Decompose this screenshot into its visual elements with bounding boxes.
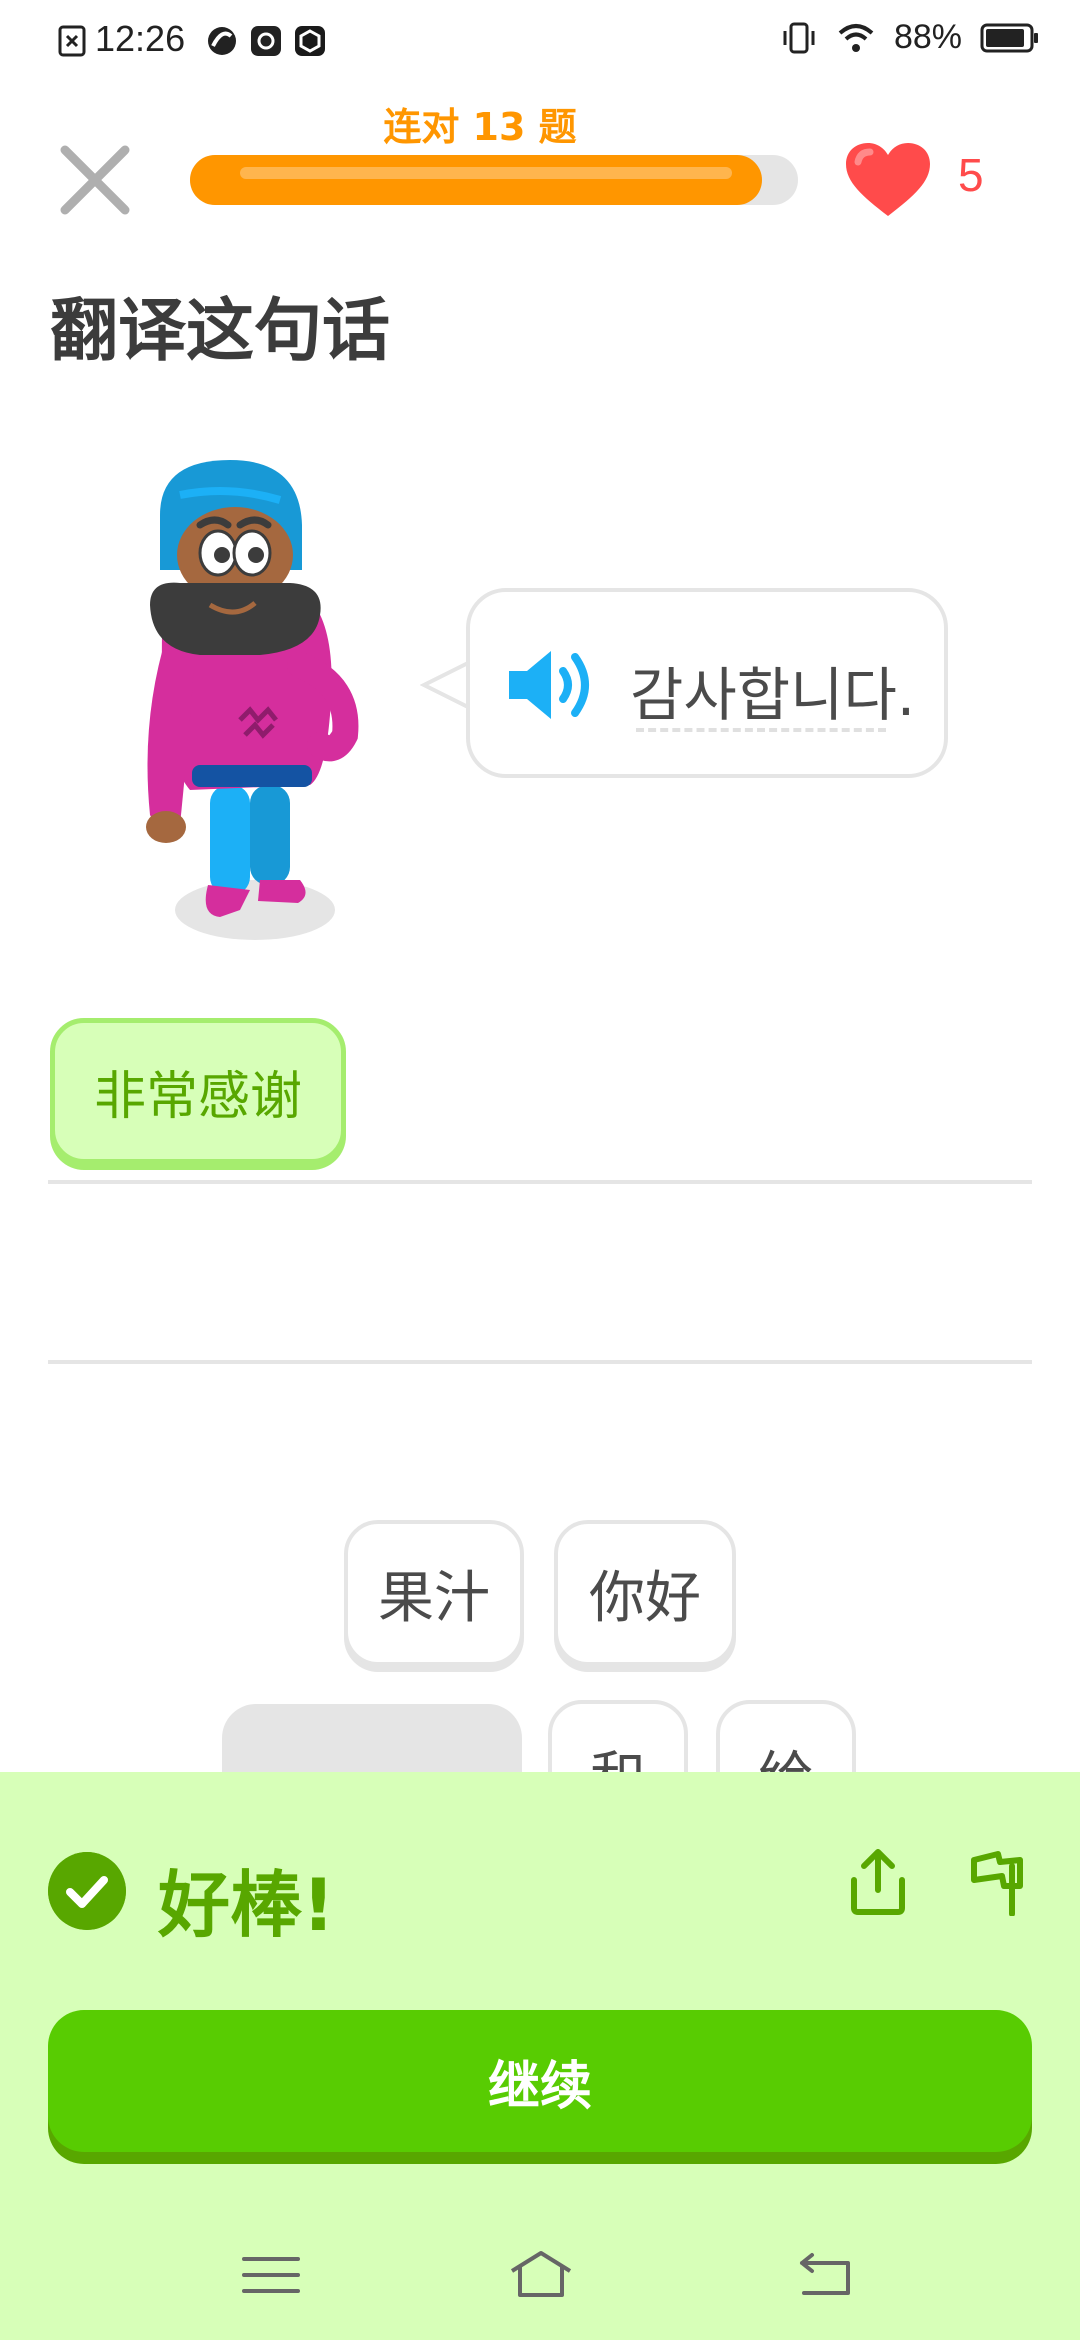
progress-highlight (240, 167, 732, 179)
character-illustration (146, 460, 359, 940)
app-icon (295, 26, 325, 56)
screenshot-icon (58, 25, 86, 57)
word-bank-tile[interactable]: 你好 (554, 1520, 736, 1666)
hearts-count: 5 (958, 149, 984, 201)
selected-word-tile[interactable]: 非常感谢 (50, 1018, 346, 1164)
home-icon[interactable] (506, 2245, 576, 2305)
battery-icon (980, 23, 1038, 52)
status-bar: 12:26 88% (0, 0, 1080, 80)
back-icon[interactable] (790, 2245, 860, 2305)
heart-icon (846, 143, 930, 216)
flag-icon[interactable] (964, 1846, 1028, 1916)
word-bank-tile[interactable]: 果汁 (344, 1520, 524, 1666)
app-icon (251, 26, 281, 56)
feedback-message: 好棒! (158, 1863, 335, 1947)
menu-icon[interactable] (236, 2245, 306, 2305)
prompt-sentence[interactable]: 감사합니다. (630, 648, 915, 732)
answer-line (48, 1360, 1032, 1364)
speaker-icon[interactable] (505, 643, 605, 727)
continue-button[interactable]: 继续 (48, 2010, 1032, 2152)
vibrate-icon (783, 22, 815, 53)
lesson-progress-bar (190, 155, 798, 205)
check-icon (48, 1852, 126, 1930)
app-icon (208, 27, 236, 55)
close-icon[interactable] (55, 140, 135, 220)
battery-percent: 88% (893, 18, 962, 56)
streak-counter: 连对 13 题 (383, 105, 577, 149)
progress-fill (190, 155, 762, 205)
exercise-title: 翻译这句话 (50, 292, 391, 371)
answer-line (48, 1180, 1032, 1184)
share-icon[interactable] (846, 1846, 910, 1916)
wifi-icon (838, 23, 874, 52)
status-time: 12:26 (95, 18, 186, 59)
hint-underline (636, 728, 886, 732)
